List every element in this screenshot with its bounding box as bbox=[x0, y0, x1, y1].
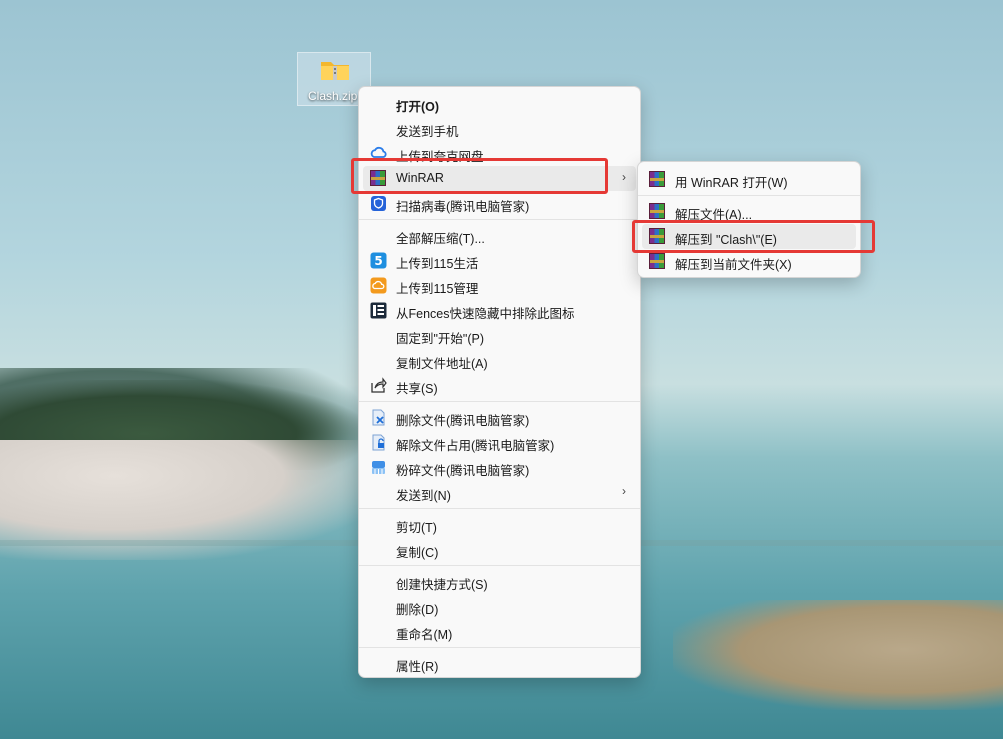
menu-item-label: 上传到115管理 bbox=[396, 282, 479, 296]
zip-folder-icon bbox=[321, 62, 349, 80]
menu-item-pin-to-start[interactable]: 固定到"开始"(P) bbox=[363, 323, 636, 348]
winrar-icon bbox=[649, 253, 665, 269]
menu-separator bbox=[638, 195, 860, 196]
menu-item-label: 打开(O) bbox=[396, 100, 440, 114]
menu-item-copy[interactable]: 复制(C) bbox=[363, 537, 636, 562]
delete-file-icon bbox=[372, 409, 385, 426]
menu-item-label: 解除文件占用(腾讯电脑管家) bbox=[396, 439, 555, 453]
menu-item-label: 发送到手机 bbox=[396, 125, 459, 139]
winrar-icon bbox=[649, 171, 665, 187]
menu-item-label: 创建快捷方式(S) bbox=[396, 578, 488, 592]
menu-item-label: 删除(D) bbox=[396, 603, 439, 617]
menu-item-send-to-phone[interactable]: 发送到手机 bbox=[363, 116, 636, 141]
menu-separator bbox=[359, 401, 640, 402]
menu-item-create-shortcut[interactable]: 创建快捷方式(S) bbox=[363, 569, 636, 594]
115-life-icon: 5 bbox=[370, 252, 387, 269]
shredder-icon bbox=[372, 461, 385, 474]
menu-item-label: 复制(C) bbox=[396, 546, 439, 560]
menu-item-label: 固定到"开始"(P) bbox=[396, 332, 485, 346]
menu-item-shred-file-tencent[interactable]: 粉碎文件(腾讯电脑管家) bbox=[363, 455, 636, 480]
menu-item-open[interactable]: 打开(O) bbox=[363, 91, 636, 116]
menu-item-rename[interactable]: 重命名(M) bbox=[363, 619, 636, 644]
menu-item-share[interactable]: 共享(S) bbox=[363, 373, 636, 398]
menu-item-label: 属性(R) bbox=[396, 660, 439, 674]
menu-item-extract-all[interactable]: 全部解压缩(T)... bbox=[363, 223, 636, 248]
menu-item-label: 剪切(T) bbox=[396, 521, 437, 535]
unlock-file-icon bbox=[372, 434, 385, 451]
menu-separator bbox=[359, 508, 640, 509]
menu-separator bbox=[359, 647, 640, 648]
winrar-icon bbox=[649, 203, 665, 219]
menu-item-send-to[interactable]: 发送到(N) › bbox=[363, 480, 636, 505]
submenu-item-label: 用 WinRAR 打开(W) bbox=[675, 176, 788, 190]
menu-item-label: 上传到115生活 bbox=[396, 257, 479, 271]
menu-item-label: 发送到(N) bbox=[396, 489, 451, 503]
share-icon bbox=[371, 377, 387, 393]
desktop-file-label: Clash.zip bbox=[308, 89, 358, 103]
menu-item-label: 扫描病毒(腾讯电脑管家) bbox=[396, 200, 530, 214]
menu-item-cut[interactable]: 剪切(T) bbox=[363, 512, 636, 537]
menu-item-label: 重命名(M) bbox=[396, 628, 453, 642]
background-grass bbox=[673, 600, 1003, 710]
menu-item-delete[interactable]: 删除(D) bbox=[363, 594, 636, 619]
submenu-item-label: 解压到当前文件夹(X) bbox=[675, 258, 792, 272]
menu-item-label: 全部解压缩(T)... bbox=[396, 232, 485, 246]
menu-item-label: 删除文件(腾讯电脑管家) bbox=[396, 414, 530, 428]
menu-item-label: 从Fences快速隐藏中排除此图标 bbox=[396, 307, 575, 321]
menu-item-copy-path[interactable]: 复制文件地址(A) bbox=[363, 348, 636, 373]
115-manage-icon bbox=[370, 277, 387, 294]
menu-separator bbox=[359, 219, 640, 220]
menu-item-unlock-file-tencent[interactable]: 解除文件占用(腾讯电脑管家) bbox=[363, 430, 636, 455]
menu-item-delete-file-tencent[interactable]: 删除文件(腾讯电脑管家) bbox=[363, 405, 636, 430]
menu-item-upload-115-life[interactable]: 5 上传到115生活 bbox=[363, 248, 636, 273]
chevron-right-icon: › bbox=[622, 484, 626, 498]
fences-icon bbox=[370, 302, 387, 319]
submenu-item-open-with-winrar[interactable]: 用 WinRAR 打开(W) bbox=[642, 167, 856, 192]
menu-item-fences-exclude[interactable]: 从Fences快速隐藏中排除此图标 bbox=[363, 298, 636, 323]
menu-item-label: 复制文件地址(A) bbox=[396, 357, 488, 371]
highlight-box-winrar bbox=[351, 158, 608, 194]
menu-item-scan-virus[interactable]: 扫描病毒(腾讯电脑管家) bbox=[363, 191, 636, 216]
chevron-right-icon: › bbox=[622, 170, 626, 184]
shield-icon bbox=[371, 196, 386, 211]
menu-item-properties[interactable]: 属性(R) bbox=[363, 651, 636, 676]
highlight-box-extract-to-clash bbox=[632, 220, 875, 253]
svg-text:5: 5 bbox=[374, 254, 382, 268]
menu-separator bbox=[359, 565, 640, 566]
menu-item-upload-115-manage[interactable]: 上传到115管理 bbox=[363, 273, 636, 298]
menu-item-label: 共享(S) bbox=[396, 382, 438, 396]
menu-item-label: 粉碎文件(腾讯电脑管家) bbox=[396, 464, 530, 478]
